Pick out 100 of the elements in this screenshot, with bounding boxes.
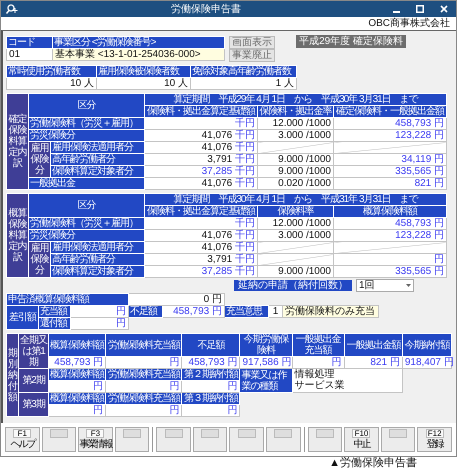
column-header: 概算保険料額 [48, 392, 106, 404]
table-cell: 458,793 円 [334, 218, 447, 230]
table-cell: 10 人 [6, 78, 96, 90]
column-header: 今期労働保険料 [240, 334, 292, 356]
row-label: 雇用保険法適用者分 [50, 142, 144, 154]
column-header: 労働保険料充当額 [106, 368, 182, 380]
section-side-label: 概算保険料算定内訳 [6, 194, 28, 278]
group-side-label: 雇用保険分 [28, 142, 50, 178]
table-cell: 9.000 /1000 [258, 154, 334, 166]
table-cell: 円 [106, 404, 182, 416]
table-cell: 3.000 /1000 [258, 130, 334, 142]
period-label: 第3期 [18, 392, 49, 416]
column-header: 常時使用労働者数 [6, 66, 96, 78]
table-cell: 12.000 /1000 [258, 118, 334, 130]
function-key[interactable] [156, 427, 191, 452]
table-cell: 41,076 千円 [144, 230, 258, 242]
row-label: 労災保険分 [28, 130, 144, 142]
function-key[interactable] [192, 427, 228, 452]
column-header: 区分 [28, 94, 144, 118]
table-cell: 458,793 円 [48, 356, 106, 368]
table-cell: 917,586 円 [240, 356, 292, 368]
table-cell: 123,228 円 [334, 130, 447, 142]
column-header: 事業区分 <労働保険番号> [52, 36, 224, 48]
column-header: 雇用保険被保険者数 [96, 66, 190, 78]
function-key[interactable] [229, 427, 264, 452]
table-cell: 458,793 円 [334, 118, 447, 130]
window-title: 労働保険申告書 [171, 4, 241, 14]
table-cell: 千円 [144, 118, 258, 130]
installments-select[interactable]: 1回 [356, 279, 414, 292]
row-label: 雇用保険法適用者分 [50, 242, 144, 254]
function-key[interactable] [308, 427, 342, 452]
table-cell: 1 人 [190, 78, 296, 90]
table-cell: 千円 [144, 218, 258, 230]
function-key[interactable]: F10 中止 [344, 427, 379, 452]
close-icon[interactable] [440, 5, 448, 13]
table-cell: 円 [106, 380, 182, 392]
table-cell: 41,076 千円 [144, 178, 258, 190]
field-label: 申告済概算保険料額 [6, 294, 128, 306]
caption: ▲労働保険申告書 [329, 457, 417, 469]
function-key[interactable] [114, 427, 150, 452]
field-label: 差引額 [6, 306, 38, 330]
table-cell: 円 [70, 306, 128, 318]
table-cell: 円 [334, 254, 447, 266]
table-cell: 41,076 千円 [144, 142, 258, 154]
column-header: 概算保険料額 [334, 206, 447, 218]
table-cell: 821 円 [344, 356, 402, 368]
column-header: 概算保険料額 [48, 368, 106, 380]
maximize-icon[interactable] [416, 5, 424, 13]
period-header: 算定期間 平成29年 4月 1日 から 平成30年 3月31日 まで [144, 94, 447, 106]
table-cell: 12.000 /1000 [258, 218, 334, 230]
column-header: 区分 [28, 194, 144, 218]
table-cell: 123,228 円 [334, 230, 447, 242]
table-cell: 1 [268, 306, 282, 318]
deferral-label: 延納の申請（納付回数） [234, 280, 352, 291]
table-cell: 41,076 千円 [144, 242, 258, 254]
period-label: 全期又は第1期 [18, 334, 49, 368]
row-label: 保険料算定対象者分 [50, 266, 144, 278]
table-cell: 34,119 円 [334, 154, 447, 166]
column-header: 一般拠出金充当額 [292, 334, 344, 356]
table-cell: 9.000 /1000 [258, 266, 334, 278]
period-header: 算定期間 平成30年 4月 1日 から 平成31年 3月31日 まで [144, 194, 447, 206]
group-side-label: 雇用保険分 [28, 242, 50, 278]
table-cell: 円 [106, 356, 182, 368]
table-cell: 10 人 [96, 78, 190, 90]
table-cell: 円 [182, 404, 240, 416]
table-cell: 円 [182, 380, 240, 392]
column-header: 不足額 [182, 334, 240, 356]
table-cell: 9.000 /1000 [258, 166, 334, 178]
function-key[interactable] [42, 427, 76, 452]
section-side-label: 確定保険料算定内訳 [6, 94, 28, 190]
function-key[interactable] [380, 427, 416, 452]
table-cell: 821 円 [334, 178, 447, 190]
function-key[interactable]: F12 登録 [417, 427, 452, 452]
table-cell: 458,793 円 [162, 306, 224, 318]
table-cell: 円 [48, 404, 106, 416]
field-label: 充当額 [38, 306, 70, 318]
table-cell: 458,793 円 [182, 356, 240, 368]
function-key[interactable]: F1 ヘルプ [5, 427, 40, 452]
column-header: 概算保険料額 [48, 334, 106, 356]
row-label: 労働保険料（労災＋雇用） [28, 218, 144, 230]
table-cell: 335,565 円 [334, 266, 447, 278]
column-header: コード [6, 36, 52, 48]
column-header: 免除対象高年齢労働者数 [190, 66, 296, 78]
field-label: 事業又は作業の種類 [240, 368, 292, 392]
table-cell: 0.020 /1000 [258, 178, 334, 190]
table-cell: 円 [292, 356, 344, 368]
function-key[interactable] [266, 427, 301, 452]
column-header: 一般拠出金額 [344, 334, 402, 356]
column-header: 保険料・拠出金算定基礎額 [144, 206, 258, 218]
search-plus-icon[interactable] [5, 4, 19, 14]
table-cell: 3.000 /1000 [258, 230, 334, 242]
table-cell: 円 [48, 380, 106, 392]
row-label: 高年齢労働者分 [50, 154, 144, 166]
side-label: 期別納付額 [6, 334, 19, 416]
function-key[interactable]: F3 事業情報 [78, 427, 113, 452]
table-cell: 基本事業 <13-1-01-254036-000> [52, 48, 224, 60]
row-label: 保険料算定対象者分 [50, 166, 144, 178]
column-header: 労働保険料充当額 [106, 392, 182, 404]
row-label: 労災保険分 [28, 230, 144, 242]
table-cell: 335,565 円 [334, 166, 447, 178]
